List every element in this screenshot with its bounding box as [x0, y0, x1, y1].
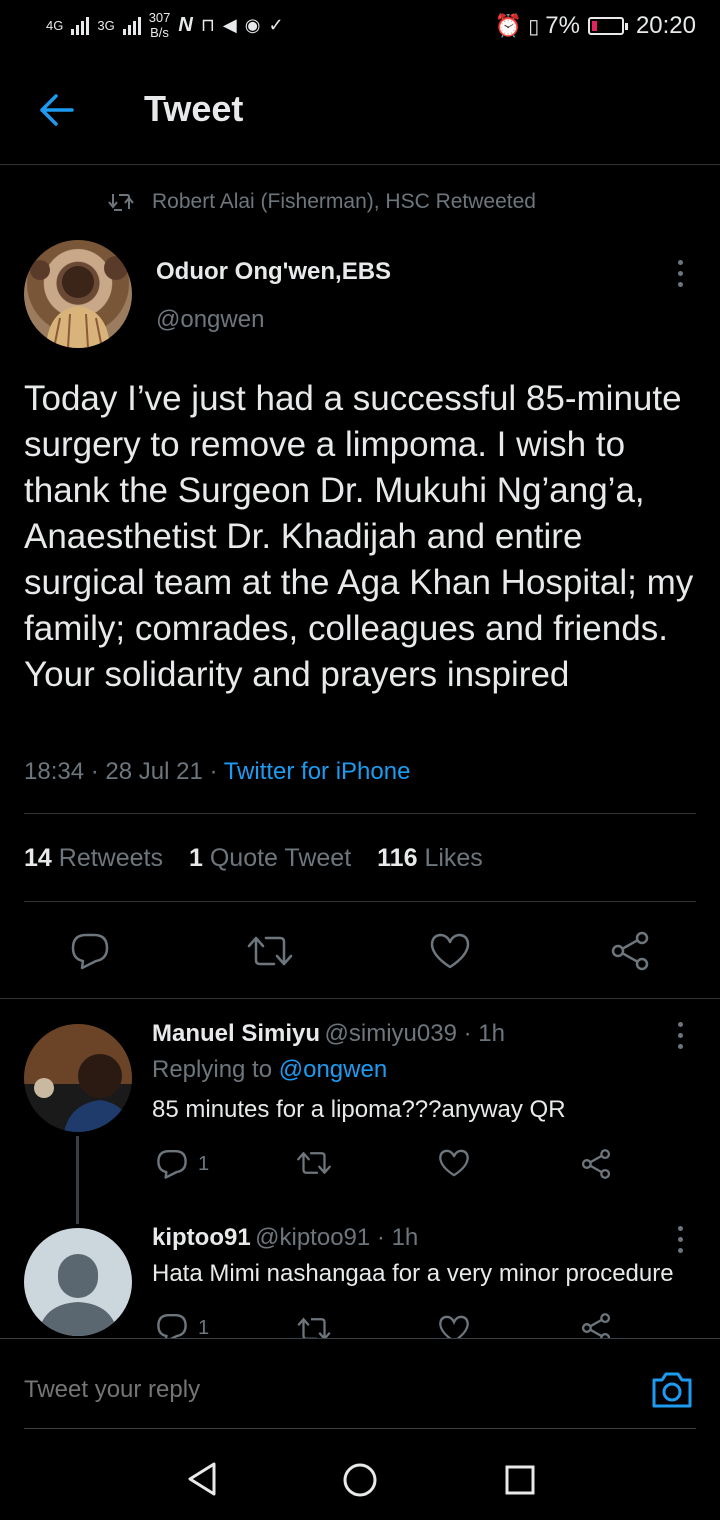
likes-label: Likes: [424, 844, 483, 872]
compose-underline: [24, 1428, 696, 1429]
replying-prefix: Replying to: [152, 1056, 273, 1083]
battery-percent: 7%: [545, 12, 580, 39]
author-photo: [30, 256, 128, 348]
reply-avatar-manuel[interactable]: [24, 1024, 132, 1132]
likes-stat[interactable]: 116 Likes: [377, 844, 483, 873]
clock: 20:20: [635, 12, 696, 39]
reply-button[interactable]: [64, 926, 116, 976]
telegram-icon: ◀: [222, 14, 237, 35]
speed-value: 307: [148, 10, 171, 25]
network-3g: 3G: [97, 17, 115, 33]
quotes-stat[interactable]: 1 Quote Tweet: [189, 844, 351, 873]
nav-back-icon[interactable]: [184, 1460, 220, 1498]
vibrate-icon: ▯: [528, 15, 540, 38]
reply-retweet-button[interactable]: [296, 1148, 332, 1183]
quotes-count: 1: [188, 844, 203, 872]
status-right: ⏰ ▯ 7% 20:20: [495, 12, 696, 40]
battery-icon: [587, 17, 628, 35]
heart-icon[interactable]: [438, 1314, 470, 1338]
retweet-button[interactable]: [244, 926, 296, 976]
retweets-stat[interactable]: 14 Retweets: [24, 844, 163, 873]
like-button[interactable]: [424, 926, 476, 976]
author-name[interactable]: Oduor Ong'wen,EBS: [156, 258, 391, 286]
reply-icon: [157, 1150, 187, 1179]
tweet-text: Today I’ve just had a successful 85-minu…: [24, 379, 694, 694]
divider: [24, 813, 696, 814]
reply-reply-button[interactable]: 1: [156, 1148, 209, 1180]
share-icon[interactable]: [580, 1312, 612, 1338]
window-icon: ⊓: [200, 14, 215, 35]
reply-count: 1: [198, 1152, 210, 1175]
reply-icon: [71, 933, 109, 970]
back-arrow-icon[interactable]: [36, 92, 76, 128]
reply-input[interactable]: [24, 1370, 624, 1410]
retweet-icon: [247, 936, 293, 966]
reply-author-name[interactable]: kiptoo91: [152, 1224, 251, 1251]
reply-author-name[interactable]: Manuel Simiyu: [152, 1020, 320, 1047]
speed-unit: B/s: [150, 25, 169, 40]
reply-more-options-icon[interactable]: [668, 1022, 692, 1049]
heart-icon: [430, 933, 470, 969]
retweet-icon: [108, 194, 134, 211]
network-4g: 4G: [46, 17, 64, 33]
reply-more-options-icon[interactable]: [668, 1226, 692, 1253]
signal-icon: [71, 15, 90, 35]
nav-home-icon[interactable]: [342, 1462, 378, 1498]
reply-like-button[interactable]: [438, 1148, 470, 1183]
retweet-icon[interactable]: [296, 1314, 332, 1338]
signal-icon-2: [122, 15, 141, 35]
reply-icon: [157, 1314, 187, 1338]
reply-2-actions: 1: [0, 1310, 720, 1338]
share-button[interactable]: [604, 926, 656, 976]
retweets-label: Retweets: [58, 844, 163, 872]
reply-header-1: Manuel Simiyu @simiyu039 · 1h: [152, 1020, 505, 1048]
share-icon: [581, 1149, 611, 1179]
share-icon: [611, 931, 649, 971]
reply-text: Hata Mimi nashangaa for a very minor pro…: [152, 1260, 674, 1287]
thread-line: [76, 1136, 79, 1224]
tweet-meta: 18:34 · 28 Jul 21 · Twitter for iPhone: [24, 758, 410, 786]
tweet-timestamp: 18:34 · 28 Jul 21 ·: [24, 758, 218, 785]
network-speed: 307 B/s: [149, 10, 171, 40]
replying-handle[interactable]: @ongwen: [279, 1056, 387, 1083]
alarm-icon: ⏰: [494, 13, 523, 38]
status-bar: 4G 3G 307 B/s N ⊓ ◀ ◉ ✓ ⏰ ▯ 7% 20:20: [0, 0, 720, 56]
retweet-context[interactable]: Robert Alai (Fisherman), HSC Retweeted: [152, 190, 536, 214]
page-title: Tweet: [144, 88, 244, 129]
divider: [24, 901, 696, 902]
replying-to: Replying to @ongwen: [152, 1056, 387, 1084]
reply-text: 85 minutes for a lipoma???anyway QR: [152, 1096, 566, 1123]
reply-author-meta: @kiptoo91 · 1h: [255, 1224, 419, 1251]
author-avatar[interactable]: [24, 240, 132, 348]
nfc-icon: N: [178, 13, 193, 36]
tweet-source-link[interactable]: Twitter for iPhone: [224, 758, 411, 785]
heart-icon: [439, 1149, 469, 1177]
app-badge-icon: ◉: [244, 14, 261, 35]
quotes-label: Quote Tweet: [209, 844, 352, 872]
retweet-icon: [297, 1152, 331, 1174]
download-icon: ✓: [268, 14, 284, 35]
likes-count: 116: [377, 844, 418, 872]
reply-count: 1: [198, 1316, 210, 1339]
header-divider: [0, 164, 720, 165]
reply-share-button[interactable]: [580, 1148, 612, 1185]
camera-icon[interactable]: [650, 1370, 694, 1410]
retweets-count: 14: [24, 844, 52, 872]
tweet-stats: 14 Retweets 1 Quote Tweet 116 Likes: [24, 844, 483, 873]
reply-reply-button[interactable]: 1: [156, 1312, 209, 1338]
author-handle[interactable]: @ongwen: [156, 306, 264, 334]
more-options-icon[interactable]: [668, 260, 692, 287]
divider: [0, 998, 720, 999]
reply-avatar-photo: [24, 1024, 132, 1132]
nav-recents-icon[interactable]: [504, 1464, 536, 1496]
reply-author-meta: @simiyu039 · 1h: [324, 1020, 505, 1047]
status-left: 4G 3G 307 B/s N ⊓ ◀ ◉ ✓: [46, 10, 284, 40]
reply-header-2: kiptoo91 @kiptoo91 · 1h: [152, 1224, 418, 1252]
